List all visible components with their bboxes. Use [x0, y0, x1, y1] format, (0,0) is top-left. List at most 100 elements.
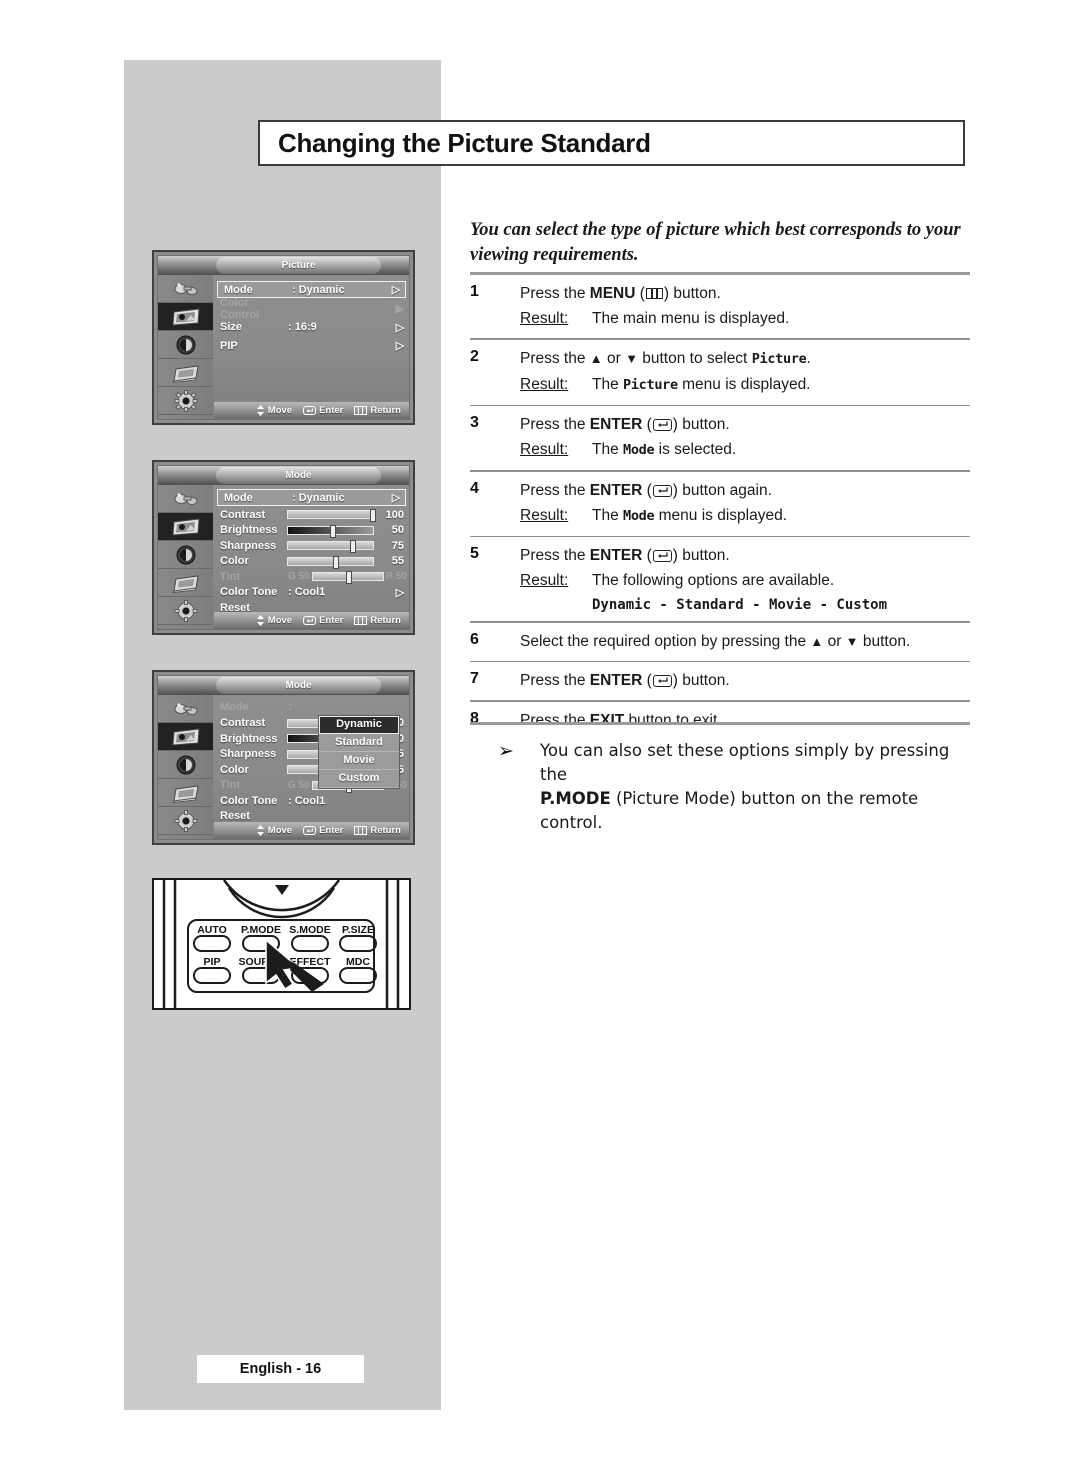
step-number: 4	[470, 479, 479, 497]
step-text-pre: Press the	[520, 416, 590, 433]
result-text-post: menu is displayed.	[654, 506, 788, 524]
hint-move: Move	[256, 825, 292, 836]
remote-button-auto	[193, 935, 231, 952]
step-result: Result: The Picture menu is displayed.	[520, 373, 970, 397]
sound-icon[interactable]	[158, 331, 213, 359]
step-number: 2	[470, 347, 479, 365]
result-text: The main menu is displayed.	[592, 310, 790, 327]
osd-row-label: Brightness	[220, 732, 278, 745]
osd-row-pip[interactable]: PIP ▷	[214, 338, 409, 354]
key-name: ENTER	[589, 481, 643, 499]
brightness-slider[interactable]	[287, 524, 375, 538]
color-slider[interactable]	[287, 555, 375, 569]
menu-key-icon	[354, 616, 368, 625]
result-text-pre: The	[592, 441, 624, 458]
up-down-arrow-icon	[256, 825, 264, 836]
dropdown-option-standard[interactable]: Standard	[319, 734, 399, 752]
osd-row-label: Sharpness	[220, 539, 277, 552]
sound-icon[interactable]	[158, 541, 213, 569]
dropdown-option-custom[interactable]: Custom	[319, 770, 399, 788]
hint-return: Return	[354, 405, 401, 416]
osd-row-mode[interactable]: Mode :	[214, 699, 409, 715]
step-text-post: ) button.	[672, 672, 730, 689]
setup-screen-icon[interactable]	[158, 779, 213, 807]
step-instruction: Select the required option by pressing t…	[520, 630, 970, 653]
enter-key-icon	[303, 826, 317, 835]
note-text: You can also set these options simply by…	[540, 725, 970, 835]
result-text: The following options are available.	[592, 572, 835, 589]
osd-row-value: : 16:9	[288, 321, 317, 334]
remote-button-pip	[193, 967, 231, 984]
result-text-post: menu is displayed.	[677, 375, 811, 393]
arrow-bullet-icon: ➢	[498, 741, 514, 762]
mode-options-dropdown[interactable]: Dynamic Standard Movie Custom	[318, 715, 400, 789]
picture-icon[interactable]	[158, 303, 213, 331]
remote-label-psize: P.SIZE	[342, 924, 374, 936]
osd-row-brightness[interactable]: Brightness 50	[214, 523, 409, 539]
input-source-icon[interactable]	[158, 275, 213, 303]
step-text-post: ) button.	[663, 285, 721, 302]
osd-row-sharpness[interactable]: Sharpness 75	[214, 538, 409, 554]
triangle-down-icon: ▼	[625, 350, 638, 366]
menu-term: Mode	[623, 442, 655, 458]
osd-row-mode[interactable]: Mode : Dynamic ▷	[217, 489, 406, 506]
sharpness-slider[interactable]	[287, 540, 375, 554]
triangle-down-icon	[275, 885, 289, 895]
sharpness-value: 75	[391, 539, 404, 552]
contrast-slider[interactable]	[287, 509, 377, 523]
osd-row-color-tone[interactable]: Color Tone : Cool1	[214, 793, 409, 809]
brightness-value: 50	[391, 524, 404, 537]
remote-button-psize	[339, 935, 377, 952]
step-instruction: Press the ▲ or ▼ button to select Pictur…	[520, 347, 970, 371]
menu-term: Picture	[623, 376, 678, 393]
osd-row-size[interactable]: Size : 16:9 ▷	[214, 320, 409, 336]
setup-screen-icon[interactable]	[158, 569, 213, 597]
osd-row-label: Reset	[220, 810, 250, 823]
osd-row-label: Color Tone	[220, 586, 278, 599]
sound-icon[interactable]	[158, 751, 213, 779]
osd-mode-menu: Mode Mode : Dynamic ▷ Contrast 100 Brigh…	[152, 460, 415, 635]
osd-row-contrast[interactable]: Contrast 100	[214, 507, 409, 523]
osd-row-color-control[interactable]: Color Control ▶	[214, 297, 409, 321]
picture-icon[interactable]	[158, 513, 213, 541]
osd-title: Mode	[216, 467, 381, 484]
step-text-pre: Press the	[520, 481, 590, 499]
remote-label-auto: AUTO	[197, 924, 227, 936]
osd-row-label: Brightness	[220, 524, 278, 537]
contrast-value: 100	[385, 508, 404, 521]
osd-picture-menu: Picture Mode : Dynamic ▷ Color Control ▶…	[152, 250, 415, 425]
osd-row-label: PIP	[220, 339, 238, 352]
result-label: Result:	[520, 441, 569, 458]
osd-row-list: Mode : Contrast 00 Brightness 50 Sharpne…	[214, 695, 409, 839]
menu-key-icon	[354, 406, 368, 415]
settings-gear-icon[interactable]	[158, 387, 213, 415]
dropdown-option-movie[interactable]: Movie	[319, 752, 399, 770]
steps-list: 1 Press the MENU () button. Result: The m…	[470, 272, 970, 740]
picture-icon[interactable]	[158, 723, 213, 751]
osd-row-color-tone[interactable]: Color Tone : Cool1 ▷	[214, 585, 409, 601]
osd-row-value: : Dynamic	[292, 283, 345, 296]
osd-row-tint[interactable]: Tint G 50 R 50	[214, 569, 409, 585]
enter-icon	[652, 675, 672, 687]
step-text-post: ) button.	[672, 416, 730, 433]
enter-icon	[652, 419, 672, 431]
osd-row-mode[interactable]: Mode : Dynamic ▷	[217, 281, 406, 298]
osd-row-color[interactable]: Color 55	[214, 554, 409, 570]
remote-label-smode: S.MODE	[289, 924, 330, 936]
settings-gear-icon[interactable]	[158, 597, 213, 625]
input-source-icon[interactable]	[158, 695, 213, 723]
dropdown-option-dynamic[interactable]: Dynamic	[319, 716, 399, 734]
osd-row-label: Contrast	[220, 508, 266, 521]
settings-gear-icon[interactable]	[158, 807, 213, 835]
input-source-icon[interactable]	[158, 485, 213, 513]
up-down-arrow-icon	[256, 405, 264, 416]
osd-mode-dropdown-menu: Mode Mode : Contrast Brightness Sharpnes…	[152, 670, 415, 845]
page-title-bar: Changing the Picture Standard	[258, 120, 965, 166]
step-text-pre: Select the required option by pressing t…	[520, 632, 811, 650]
result-text-pre: The	[592, 375, 624, 393]
setup-screen-icon[interactable]	[158, 359, 213, 387]
tint-slider[interactable]	[311, 571, 384, 585]
osd-row-value: :	[288, 700, 292, 713]
key-name: MENU	[589, 285, 636, 302]
step-instruction: Press the MENU () button.	[520, 285, 721, 302]
